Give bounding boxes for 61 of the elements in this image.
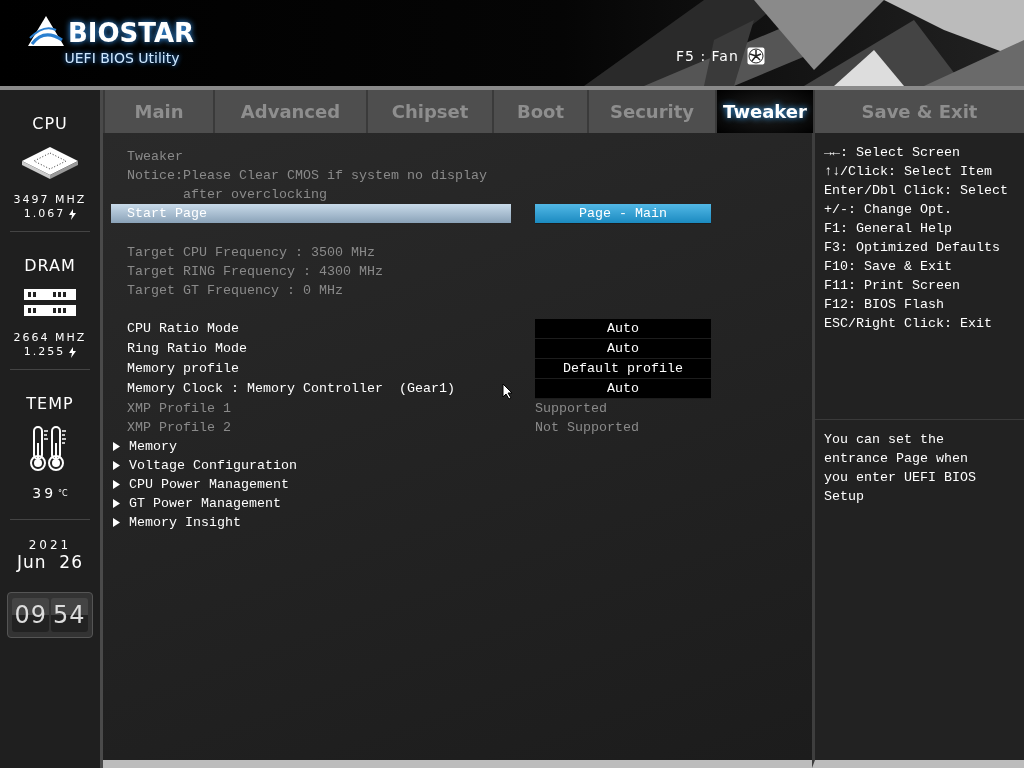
memory-module-icon xyxy=(23,287,77,319)
temperature-reading: 39 xyxy=(32,485,57,501)
menu-tab[interactable]: Tweaker xyxy=(717,90,813,133)
submenu-link[interactable]: Memory Insight xyxy=(129,513,241,532)
shortcut-hint: +/-: Change Opt. xyxy=(824,201,953,219)
triangle-right-icon xyxy=(113,461,120,470)
option-value-button[interactable]: Default profile xyxy=(535,359,711,379)
info-text: Tweaker xyxy=(126,148,183,166)
voltage-reading: 1.067 xyxy=(23,207,66,221)
shortcut-hint: →←: Select Screen xyxy=(824,144,961,162)
setting-value: Not Supported xyxy=(535,419,640,437)
setting-label: CPU Ratio Mode xyxy=(126,320,239,338)
shortcut-hint: F10: Save & Exit xyxy=(824,258,953,276)
shortcut-hint: Enter/Dbl Click: Select xyxy=(824,182,1009,200)
option-value-button[interactable]: Auto xyxy=(535,339,711,359)
setting-label: Ring Ratio Mode xyxy=(126,340,247,358)
setting-label: XMP Profile 2 xyxy=(126,419,231,437)
shortcut-hint: ESC/Right Click: Exit xyxy=(824,315,993,333)
frequency-reading: 3497 MHZ xyxy=(13,193,87,207)
submenu-link[interactable]: Memory xyxy=(129,437,177,456)
info-text: Target GT Frequency : 0 MHz xyxy=(126,282,343,300)
option-value-button[interactable]: Auto xyxy=(535,319,711,339)
shortcut-hint: F11: Print Screen xyxy=(824,277,961,295)
clock-minutes: 54 xyxy=(51,598,88,632)
lightning-icon xyxy=(68,208,77,220)
submenu-link[interactable]: GT Power Management xyxy=(129,494,281,513)
info-text: Target RING Frequency : 4300 MHz xyxy=(126,263,383,281)
notice-text: Notice:Please Clear CMOS if system no display after overclocking xyxy=(126,167,488,204)
lightning-icon xyxy=(68,346,77,358)
triangle-logo-icon xyxy=(25,14,66,48)
triangle-right-icon xyxy=(113,442,120,451)
shortcut-hint: F3: Optimized Defaults xyxy=(824,239,1001,257)
setting-value: Supported xyxy=(535,400,608,418)
triangle-right-icon xyxy=(113,499,120,508)
app-subtitle: UEFI BIOS Utility xyxy=(63,50,180,66)
voltage-reading: 1.255 xyxy=(23,345,66,359)
mouse-pointer-icon xyxy=(502,383,513,400)
submenu-link[interactable]: CPU Power Management xyxy=(129,475,289,494)
brand-logo: BIOSTAR xyxy=(67,18,195,48)
option-value-button[interactable]: Auto xyxy=(535,379,711,399)
chip-icon xyxy=(20,145,80,181)
setting-label: XMP Profile 1 xyxy=(126,400,231,418)
date-day: Jun 26 xyxy=(17,552,83,572)
help-description: You can set the entrance Page when you enter UEFI BIOS Setup xyxy=(824,431,976,506)
fan-shortcut-button[interactable]: F5 : Fan xyxy=(676,47,765,65)
clock-hours: 09 xyxy=(12,598,49,632)
section-title: DRAM xyxy=(24,256,76,275)
temperature-unit: °C xyxy=(58,488,68,498)
date-year: 2021 xyxy=(28,538,72,552)
section-title: TEMP xyxy=(26,394,74,413)
setting-label: Memory profile xyxy=(126,360,239,378)
shortcut-hint: F1: General Help xyxy=(824,220,953,238)
triangle-right-icon xyxy=(113,518,120,527)
frequency-reading: 2664 MHZ xyxy=(13,331,87,345)
submenu-link[interactable]: Voltage Configuration xyxy=(129,456,297,475)
shortcut-hint: ↑↓/Click: Select Item xyxy=(824,163,993,181)
shortcut-hint: F12: BIOS Flash xyxy=(824,296,945,314)
setting-label: Memory Clock : Memory Controller (Gear1) xyxy=(126,380,455,398)
triangle-right-icon xyxy=(113,480,120,489)
info-text: Target CPU Frequency : 3500 MHz xyxy=(126,244,375,262)
section-title: CPU xyxy=(32,114,68,133)
